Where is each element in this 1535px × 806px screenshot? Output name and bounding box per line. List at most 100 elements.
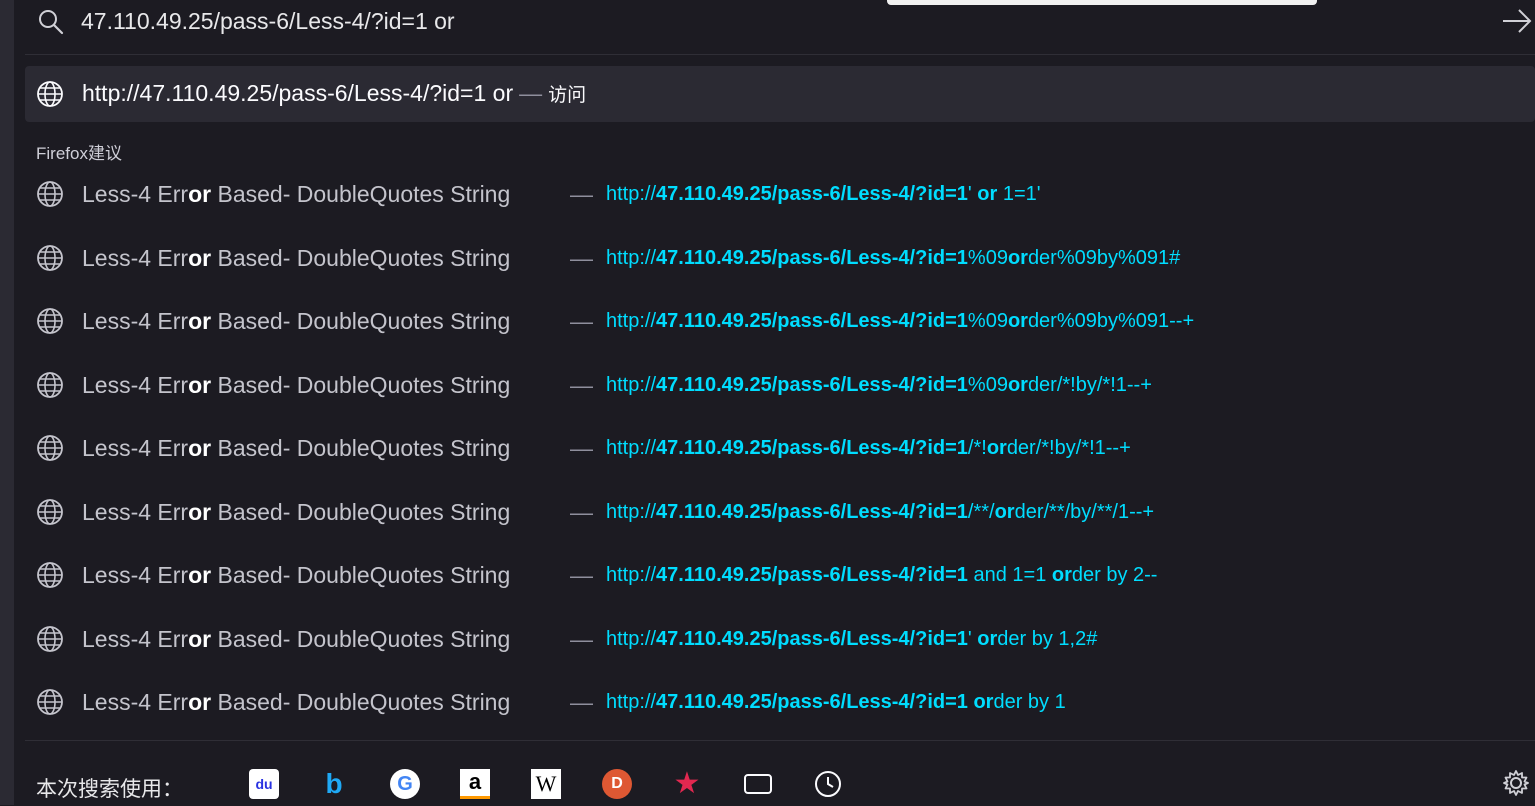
suggestion-url: http://47.110.49.25/pass-6/Less-4/?id=1%… xyxy=(606,374,1152,397)
suggestion-url: http://47.110.49.25/pass-6/Less-4/?id=1 … xyxy=(606,564,1157,587)
bookmarks-star-icon[interactable]: ★ xyxy=(672,769,702,799)
title-text: Less-4 Err xyxy=(82,562,189,588)
url-text: http:// xyxy=(606,310,657,332)
url-match: or xyxy=(1007,246,1028,269)
title-text: Less-4 Err xyxy=(82,371,189,398)
suggestion-row[interactable]: Less-4 Error Based- DoubleQuotes String —… xyxy=(25,164,1535,224)
title-match: or xyxy=(188,244,212,271)
url-input[interactable] xyxy=(81,5,1381,37)
suggestion-dash: — xyxy=(570,689,593,715)
visit-url-text: http://47.110.49.25/pass-6/Less-4/?id=1 … xyxy=(82,80,586,107)
url-match: or xyxy=(977,183,998,205)
search-engines-label: 本次搜索使用： xyxy=(36,778,183,801)
url-text: ' xyxy=(967,627,978,650)
url-text: http:// xyxy=(606,437,657,459)
history-clock-icon[interactable] xyxy=(813,769,843,799)
url-text: http:// xyxy=(606,627,657,650)
url-match: 47.110.49.25/pass-6/Less-4/?id=1 xyxy=(656,691,968,713)
globe-icon xyxy=(37,435,63,461)
url-text: der/**/by/**/1--+ xyxy=(1014,500,1155,523)
suggestion-url: http://47.110.49.25/pass-6/Less-4/?id=1 … xyxy=(606,691,1066,714)
suggestion-dash: — xyxy=(570,498,593,525)
title-text: Less-4 Err xyxy=(82,498,189,525)
title-text: Based- DoubleQuotes String xyxy=(211,498,511,525)
url-text: der/*!by/*!1--+ xyxy=(1006,437,1131,459)
suggestion-url: http://47.110.49.25/pass-6/Less-4/?id=1%… xyxy=(606,310,1194,333)
url-text: http:// xyxy=(606,246,657,269)
url-text: http:// xyxy=(606,183,657,205)
google-icon[interactable]: G xyxy=(390,769,420,799)
suggestion-row[interactable]: Less-4 Error Based- DoubleQuotes String —… xyxy=(25,545,1535,605)
suggestion-title: Less-4 Error Based- DoubleQuotes String xyxy=(82,181,510,208)
suggestion-row[interactable]: Less-4 Error Based- DoubleQuotes String —… xyxy=(25,291,1535,351)
url-match: 47.110.49.25/pass-6/Less-4/?id=1 xyxy=(656,500,968,523)
url-text: der by 1,2# xyxy=(997,627,1098,650)
title-match: or xyxy=(188,498,212,525)
url-match: 47.110.49.25/pass-6/Less-4/?id=1 xyxy=(656,246,968,269)
amazon-icon[interactable]: a xyxy=(460,769,490,799)
wikipedia-icon[interactable]: W xyxy=(531,769,561,799)
firefox-suggest-label: Firefox建议 xyxy=(36,144,122,163)
suggestion-title: Less-4 Error Based- DoubleQuotes String xyxy=(82,308,510,335)
suggestion-row[interactable]: Less-4 Error Based- DoubleQuotes String —… xyxy=(25,609,1535,669)
visit-url-row[interactable]: http://47.110.49.25/pass-6/Less-4/?id=1 … xyxy=(25,66,1535,122)
url-match: 47.110.49.25/pass-6/Less-4/?id=1 xyxy=(656,183,968,205)
go-arrow-icon[interactable] xyxy=(1500,6,1534,36)
suggestion-title: Less-4 Error Based- DoubleQuotes String xyxy=(82,435,510,462)
url-text: der%09by%091--+ xyxy=(1027,310,1195,332)
tabs-icon[interactable] xyxy=(743,769,773,799)
duckduckgo-icon[interactable]: D xyxy=(602,769,632,799)
visit-url: http://47.110.49.25/pass-6/Less-4/?id=1 … xyxy=(82,80,514,106)
bing-icon[interactable]: b xyxy=(319,769,349,799)
urlbar-dropdown-panel: http://47.110.49.25/pass-6/Less-4/?id=1 … xyxy=(25,0,1535,805)
suggestion-row[interactable]: Less-4 Error Based- DoubleQuotes String —… xyxy=(25,482,1535,542)
url-text: /*! xyxy=(967,437,987,459)
visit-label: 访问 xyxy=(548,85,587,106)
title-text: Less-4 Err xyxy=(82,625,189,652)
url-match: or xyxy=(973,691,994,713)
gear-icon[interactable] xyxy=(1501,768,1531,798)
sidebar-edge xyxy=(0,0,25,805)
title-text: Based- DoubleQuotes String xyxy=(211,371,511,398)
url-text: der by 1 xyxy=(993,691,1066,713)
title-text: Based- DoubleQuotes String xyxy=(211,244,511,271)
baidu-icon[interactable]: du xyxy=(249,769,279,799)
title-text: Based- DoubleQuotes String xyxy=(211,435,511,461)
suggestion-title: Less-4 Error Based- DoubleQuotes String xyxy=(82,499,510,526)
suggestion-row[interactable]: Less-4 Error Based- DoubleQuotes String —… xyxy=(25,228,1535,288)
url-text: 1=1' xyxy=(997,183,1041,205)
suggestion-row[interactable]: Less-4 Error Based- DoubleQuotes String —… xyxy=(25,418,1535,478)
suggestion-row[interactable]: Less-4 Err or Based- DoubleQuotes String —… xyxy=(25,672,1535,732)
url-match: 47.110.49.25/pass-6/Less-4/?id=1 xyxy=(656,627,968,650)
suggestion-url: http://47.110.49.25/pass-6/Less-4/?id=1%… xyxy=(606,247,1180,270)
url-match: 47.110.49.25/pass-6/Less-4/?id=1 xyxy=(656,310,968,332)
url-text: %09 xyxy=(967,310,1008,332)
search-icon xyxy=(39,10,64,35)
url-text: /**/ xyxy=(967,500,995,523)
url-text: %09 xyxy=(967,246,1008,269)
globe-icon xyxy=(37,371,63,398)
urlbar xyxy=(25,0,1535,55)
title-text: Less-4 Err xyxy=(82,308,189,334)
url-match: or xyxy=(1051,564,1072,586)
title-text: Based- DoubleQuotes String xyxy=(211,689,511,715)
suggestion-row[interactable]: Less-4 Error Based- DoubleQuotes String —… xyxy=(25,355,1535,415)
title-text: Based- DoubleQuotes String xyxy=(211,181,511,207)
suggestion-url: http://47.110.49.25/pass-6/Less-4/?id=1/… xyxy=(606,501,1154,524)
url-text: http:// xyxy=(606,373,657,396)
globe-icon xyxy=(37,308,63,334)
url-match: or xyxy=(1007,310,1028,332)
url-match: 47.110.49.25/pass-6/Less-4/?id=1 xyxy=(656,437,968,459)
title-match: or xyxy=(188,435,212,461)
suggestion-url: http://47.110.49.25/pass-6/Less-4/?id=1'… xyxy=(606,628,1097,651)
suggestion-title: Less-4 Error Based- DoubleQuotes String xyxy=(82,372,510,399)
url-text: der by 2-- xyxy=(1071,564,1158,586)
title-text: Less-4 Err xyxy=(82,689,189,715)
url-text: ' xyxy=(967,183,978,205)
url-text: http:// xyxy=(606,500,657,523)
suggestion-url: http://47.110.49.25/pass-6/Less-4/?id=1'… xyxy=(606,183,1041,206)
title-match: or xyxy=(188,181,212,207)
globe-icon xyxy=(37,689,63,715)
url-text: %09 xyxy=(967,373,1008,396)
url-text: and 1=1 xyxy=(967,564,1052,586)
